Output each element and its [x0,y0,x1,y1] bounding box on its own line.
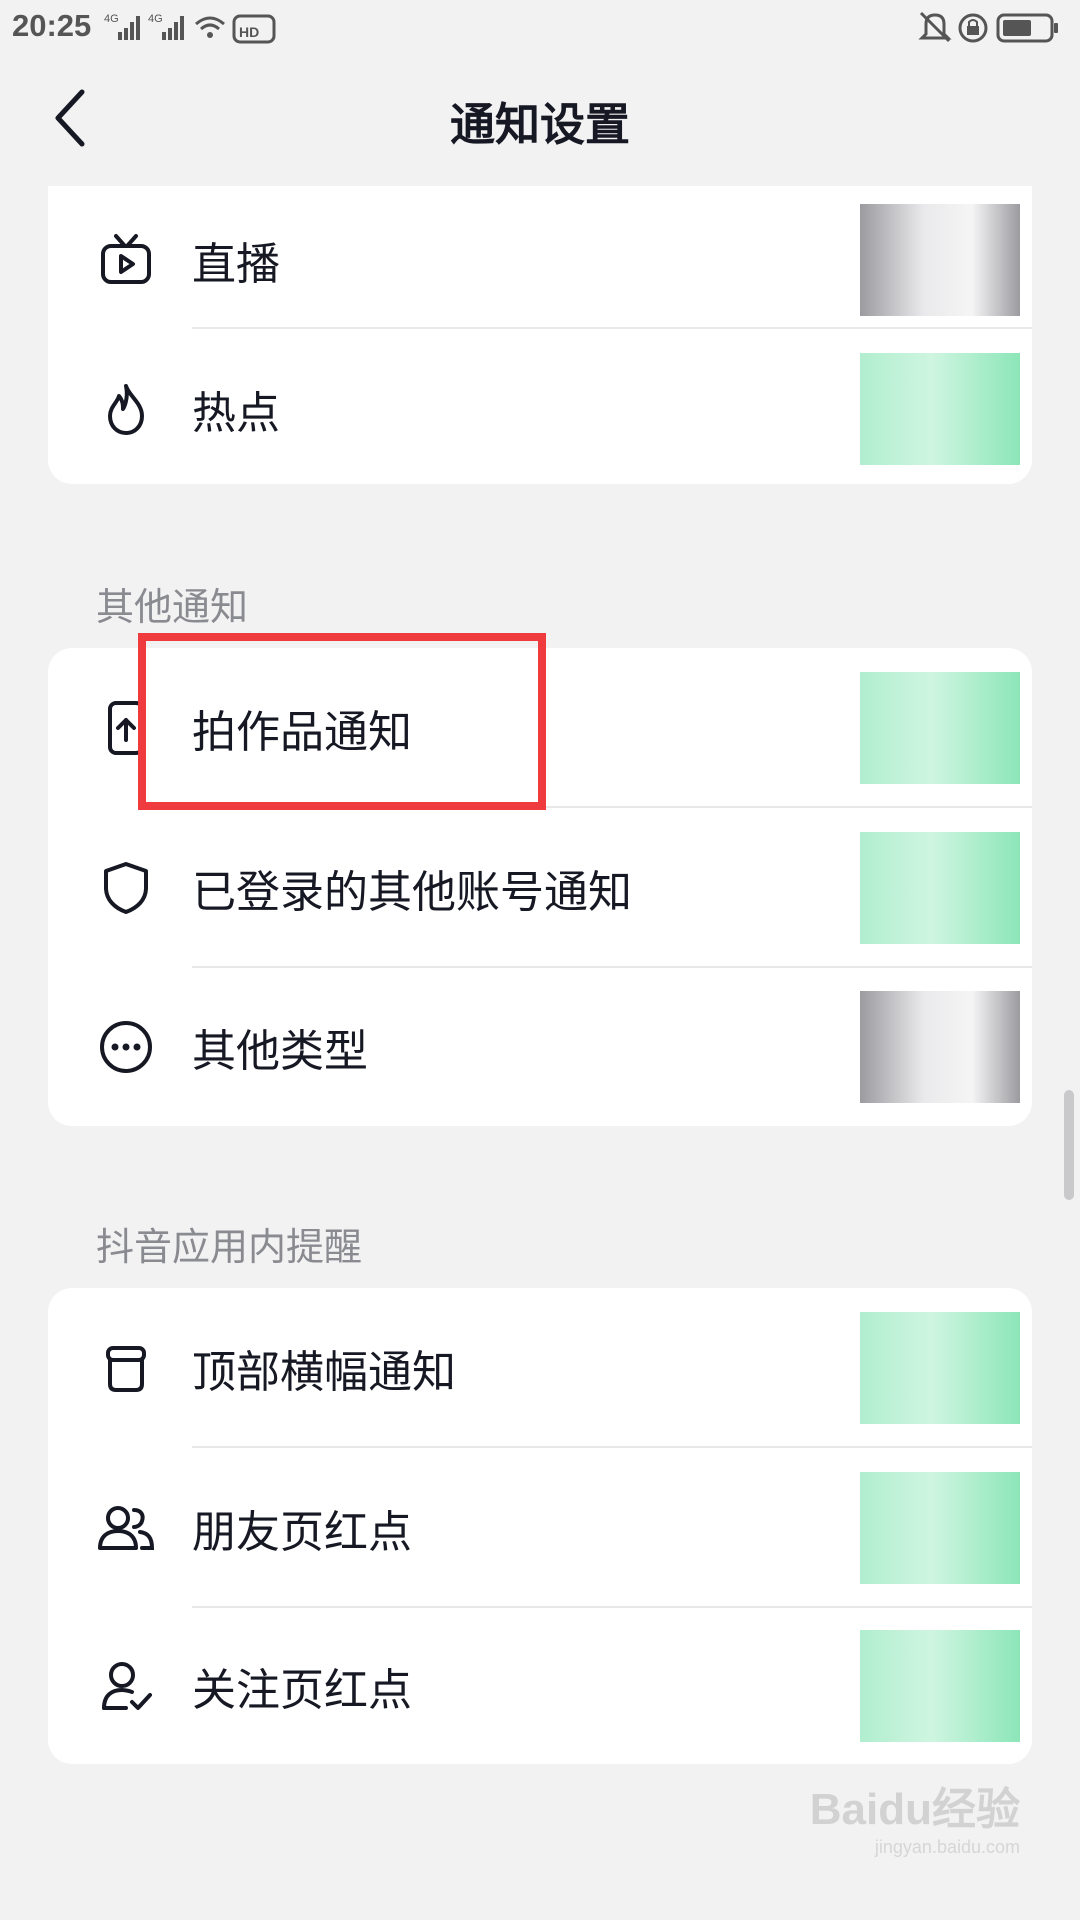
setting-label: 其他类型 [192,1026,368,1077]
setting-label: 关注页红点 [192,1665,412,1716]
setting-label: 拍作品通知 [192,707,412,758]
more-circle-icon [96,1017,156,1077]
toggle-switch[interactable] [860,672,1020,784]
toggle-switch[interactable] [860,991,1020,1103]
shield-icon [96,858,156,918]
toggle-switch[interactable] [860,204,1020,316]
watermark: Baidu经验 jingyan.baidu.com [810,1773,1020,1858]
toggle-switch[interactable] [860,353,1020,465]
section-title-in-app: 抖音应用内提醒 [96,1225,363,1269]
setting-row-follow-dot[interactable]: 关注页红点 [48,1608,1032,1764]
settings-card-1: 直播 热点 [48,186,1032,484]
toggle-switch[interactable] [860,832,1020,944]
setting-label: 已登录的其他账号通知 [192,867,632,918]
settings-card-3: 顶部横幅通知 朋友页红点 关注页红点 [48,1288,1032,1764]
status-icons-right [918,10,1068,50]
mute-icon [918,11,952,43]
setting-row-friends-dot[interactable]: 朋友页红点 [48,1448,1032,1608]
section-title-other: 其他通知 [96,585,249,629]
setting-row-live[interactable]: 直播 [48,186,1032,334]
signal-wifi-hd-icons: 4G 4G HD [104,13,276,44]
network-1-label: 4G [104,13,119,25]
svg-text:HD: HD [239,24,259,40]
battery-icon [996,13,1058,43]
setting-label: 直播 [192,239,280,290]
setting-row-other-types[interactable]: 其他类型 [48,968,1032,1126]
setting-row-hot[interactable]: 热点 [48,329,1032,484]
toggle-switch[interactable] [860,1472,1020,1584]
flame-icon [96,379,156,439]
setting-label: 朋友页红点 [192,1507,412,1558]
watermark-brand: Baidu经验 [809,1785,1020,1834]
watermark-url: jingyan.baidu.com [874,1837,1020,1857]
rotation-lock-icon [958,13,988,43]
network-2-label: 4G [148,13,163,25]
settings-card-2: 拍作品通知 已登录的其他账号通知 其他类型 [48,648,1032,1126]
friends-icon [96,1498,156,1558]
page-title: 通知设置 [449,98,630,151]
follow-icon [96,1656,156,1716]
setting-row-post-notify[interactable]: 拍作品通知 [48,648,1032,808]
toggle-switch[interactable] [860,1630,1020,1742]
setting-label: 热点 [192,388,280,439]
status-icons-left: 4G 4G HD [104,10,304,50]
setting-row-top-banner[interactable]: 顶部横幅通知 [48,1288,1032,1448]
toggle-switch[interactable] [860,1312,1020,1424]
setting-label: 顶部横幅通知 [192,1347,456,1398]
scrollbar[interactable] [1064,1090,1074,1200]
upload-phone-icon [96,698,156,758]
status-bar: 20:25 4G 4G HD [0,0,1080,58]
header: 通知设置 [0,58,1080,178]
banner-icon [96,1338,156,1398]
status-time: 20:25 [12,8,92,43]
live-tv-icon [96,230,156,290]
setting-row-other-accounts[interactable]: 已登录的其他账号通知 [48,808,1032,968]
